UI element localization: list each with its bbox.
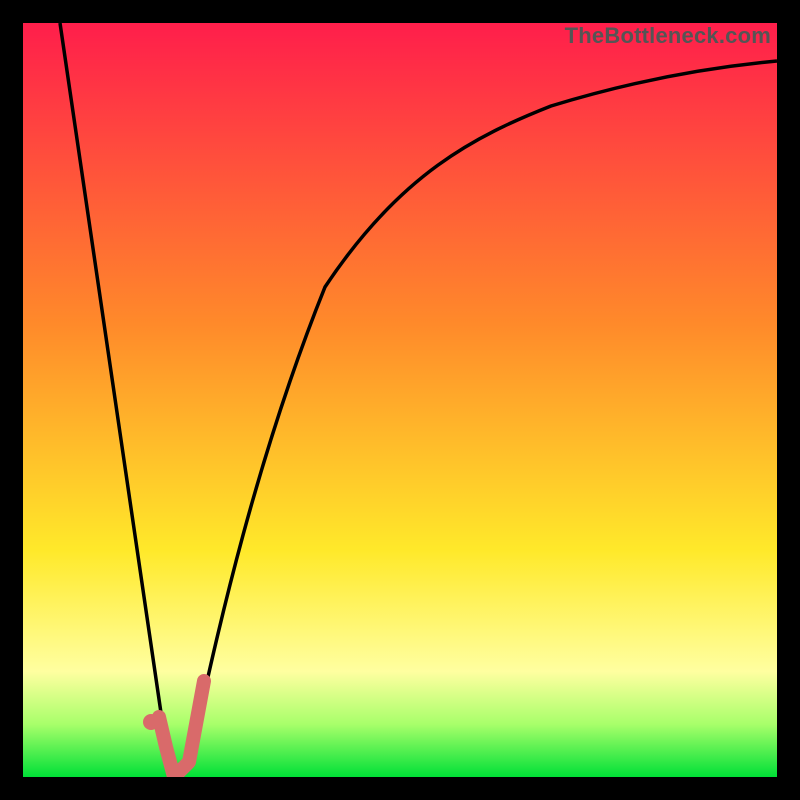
watermark-text: TheBottleneck.com <box>565 23 771 49</box>
highlight-dot <box>143 714 159 730</box>
chart-background-gradient <box>23 23 777 777</box>
chart-svg <box>23 23 777 777</box>
chart-plot-area: TheBottleneck.com <box>23 23 777 777</box>
chart-frame: TheBottleneck.com <box>0 0 800 800</box>
